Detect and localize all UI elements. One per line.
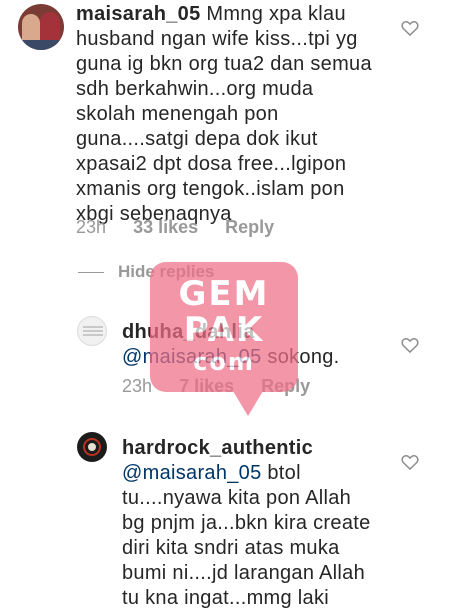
comment-text-line: skolah menengah pon bbox=[76, 103, 279, 125]
reply-text: btol bbox=[261, 462, 301, 484]
watermark-text: com bbox=[193, 348, 255, 376]
comment-text-line: husband ngan wife kiss...tpi yg bbox=[76, 28, 358, 50]
comment-username[interactable]: maisarah_05 bbox=[76, 3, 201, 25]
comment-body: maisarah_05 Mmng xpa klau husband ngan w… bbox=[76, 2, 406, 227]
avatar[interactable] bbox=[18, 4, 64, 50]
heart-outline-icon[interactable] bbox=[400, 452, 420, 472]
mention-link[interactable]: @maisarah_05 bbox=[122, 462, 262, 484]
comment-text-line: sdh berkahwin...org muda bbox=[76, 78, 314, 100]
heart-outline-icon[interactable] bbox=[400, 335, 420, 355]
reply-text-line: bumi ni....jd larangan Allah bbox=[122, 562, 365, 584]
avatar[interactable] bbox=[77, 316, 107, 346]
comment-meta: 23h 33 likes Reply bbox=[76, 217, 274, 238]
reply-body: hardrock_authentic @maisarah_05 btol tu.… bbox=[122, 436, 402, 611]
watermark-text: PAK bbox=[183, 310, 265, 350]
comment-text-line: xpasai2 dpt dosa free...lgipon bbox=[76, 153, 347, 175]
reply-text-line: diri kita sndri atas muka bbox=[122, 537, 340, 559]
reply-text-line: bg pnjm ja...bkn kira create bbox=[122, 512, 371, 534]
reply-time: 23h bbox=[122, 376, 153, 396]
reply-username[interactable]: hardrock_authentic bbox=[122, 437, 313, 459]
watermark-text: GEM bbox=[178, 274, 270, 314]
reply-button[interactable]: Reply bbox=[225, 217, 274, 238]
comment-time: 23h bbox=[76, 217, 107, 237]
divider-line bbox=[78, 272, 104, 274]
comment-text-line: guna....satgi depa dok ikut bbox=[76, 128, 318, 150]
avatar[interactable] bbox=[77, 432, 107, 462]
comment-likes[interactable]: 33 likes bbox=[133, 217, 198, 238]
reply-text-line: tu....nyawa kita pon Allah bbox=[122, 487, 352, 509]
comment-text-line: xmanis org tengok..islam pon bbox=[76, 178, 345, 200]
comment-text-line: guna ig bkn org tua2 dan semua bbox=[76, 53, 372, 75]
heart-outline-icon[interactable] bbox=[400, 18, 420, 38]
gempak-watermark: GEM PAK com bbox=[150, 262, 298, 416]
watermark-tail bbox=[230, 386, 266, 416]
reply-text-line: tu kna ingat...mmg laki bbox=[122, 587, 329, 609]
comment-text-line: Mmng xpa klau bbox=[206, 3, 346, 25]
